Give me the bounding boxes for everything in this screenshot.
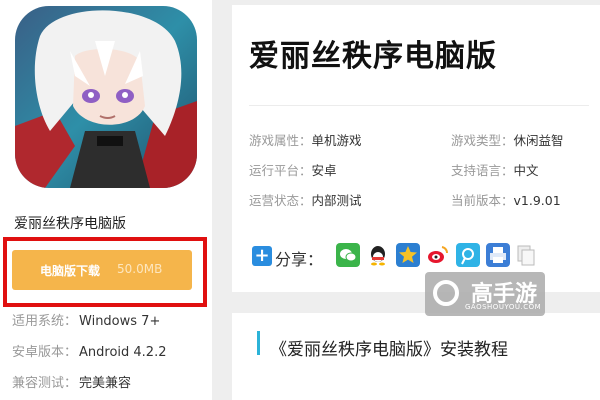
attr-platform: 运行平台：安卓 — [249, 160, 337, 179]
tutorial-panel: 《爱丽丝秩序电脑版》安装教程 — [232, 313, 600, 400]
download-size: 50.0MB — [117, 262, 163, 276]
attr-language: 支持语言：中文 — [451, 160, 539, 179]
attr-value: 中文 — [513, 163, 539, 178]
attr-value: 休闲益智 — [513, 133, 564, 148]
attr-game-type: 游戏类型：休闲益智 — [451, 130, 564, 149]
qzone-icon[interactable] — [396, 243, 420, 267]
g-logo-icon — [433, 280, 459, 306]
accent-bar — [257, 331, 260, 355]
attr-game-property: 游戏属性：单机游戏 — [249, 130, 362, 149]
app-detail-panel: 爱丽丝秩序电脑版 游戏属性：单机游戏 游戏类型：休闲益智 运行平台：安卓 支持语… — [232, 5, 600, 292]
spec-key: 兼容测试： — [12, 376, 78, 391]
tencent-weibo-icon[interactable] — [456, 243, 480, 267]
spec-value: Android 4.2.2 — [79, 345, 167, 360]
attr-value: v1.9.01 — [513, 193, 561, 208]
attr-value: 内部测试 — [311, 193, 362, 208]
share-bar: + 分享： — [252, 243, 582, 271]
watermark-domain: GAOSHOUYOU.COM — [465, 303, 542, 311]
weibo-icon[interactable] — [426, 243, 450, 267]
app-info-panel: 爱丽丝秩序电脑版 电脑版下载 50.0MB 适用系统： Windows 7+ 安卓… — [0, 0, 212, 400]
spec-key: 适用系统： — [12, 314, 78, 329]
tutorial-title: 《爱丽丝秩序电脑版》安装教程 — [270, 340, 508, 360]
attr-value: 单机游戏 — [311, 133, 362, 148]
attr-key: 支持语言： — [451, 163, 514, 178]
wechat-icon[interactable] — [336, 243, 360, 267]
app-icon[interactable] — [15, 6, 197, 188]
attr-key: 游戏类型： — [451, 133, 514, 148]
copy-icon[interactable] — [514, 243, 538, 267]
attr-key: 运营状态： — [249, 193, 312, 208]
divider — [249, 105, 589, 106]
plus-icon[interactable]: + — [252, 246, 272, 266]
share-label: 分享： — [275, 250, 324, 269]
spec-value: Windows 7+ — [79, 314, 161, 329]
download-button[interactable]: 电脑版下载 50.0MB — [12, 250, 192, 290]
page-title: 爱丽丝秩序电脑版 — [249, 39, 497, 74]
attr-key: 游戏属性： — [249, 133, 312, 148]
download-label: 电脑版下载 — [40, 264, 101, 278]
app-name: 爱丽丝秩序电脑版 — [14, 216, 126, 232]
watermark-logo: 高手游 GAOSHOUYOU.COM — [425, 272, 545, 316]
spec-value: 完美兼容 — [79, 376, 132, 391]
attr-status: 运营状态：内部测试 — [249, 190, 362, 209]
spec-os: 适用系统： Windows 7+ — [12, 310, 160, 329]
attr-key: 运行平台： — [249, 163, 312, 178]
attr-value: 安卓 — [311, 163, 337, 178]
print-icon[interactable] — [486, 243, 510, 267]
attr-key: 当前版本： — [451, 193, 514, 208]
spec-android: 安卓版本： Android 4.2.2 — [12, 341, 167, 360]
spec-key: 安卓版本： — [12, 345, 78, 360]
attr-version: 当前版本：v1.9.01 — [451, 190, 561, 209]
spec-compat: 兼容测试： 完美兼容 — [12, 372, 131, 391]
qq-icon[interactable] — [366, 243, 390, 267]
